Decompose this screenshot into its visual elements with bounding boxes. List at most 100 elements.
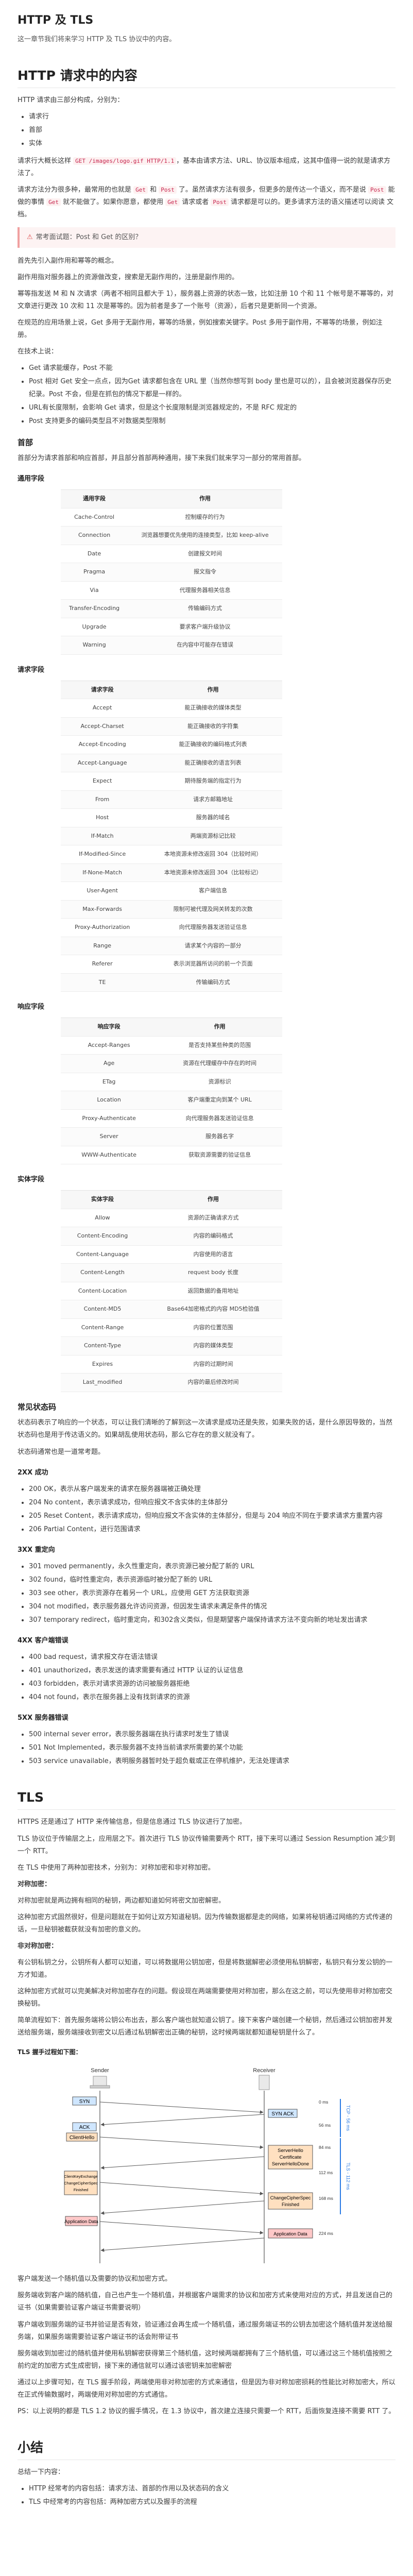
table-row: Upgrade 要求客户端升级协议 [61, 618, 282, 637]
field-name-cell: Upgrade [61, 618, 128, 637]
list-item: 200 OK，表示从客户端发来的请求在服务器端被正确处理 [29, 1483, 395, 1496]
http-p5: 副作用指对服务器上的资源做改变，搜索是无副作用的，注册是副作用的。 [18, 274, 239, 282]
column-header: 作用 [128, 489, 282, 509]
field-desc-cell: 控制缓存的行为 [128, 508, 282, 527]
table-row: If-Match 两端资源标记比较 [61, 827, 282, 846]
tls-p6: 客户端收到服务端的证书并验证是否有效，验证通过会再生成一个随机值，通过服务端证书… [18, 2320, 393, 2341]
clientkey-arrow [99, 2182, 264, 2196]
field-desc-cell: 要求客户端升级协议 [128, 618, 282, 637]
article: HTTP 及 TLS 这一章节我们将来学习 HTTP 及 TLS 协议中的内容。… [0, 0, 413, 2534]
http-p8: 在技术上说： [18, 348, 58, 356]
list-item: 205 Reset Content，表示请求成功，但响应报文不含实体的主体部分，… [29, 1510, 395, 1522]
status-4xx-list: 400 bad request，请求报文存在语法错误401 unauthoriz… [29, 1651, 395, 1704]
intro-text: 这一章节我们将来学习 HTTP 及 TLS 协议中的内容。 [18, 35, 176, 43]
field-name-cell: Referer [61, 955, 144, 974]
field-desc-cell: 获取资源需要的验证信息 [157, 1146, 282, 1165]
table-row: Date 创建报文时间 [61, 545, 282, 564]
headers-p1: 首部分为请求首部和响应首部，并且部分首部两种通用，接下来我们就来学习一部分的常用… [18, 454, 306, 463]
asym-p: 有公钥私钥之分，公钥所有人都可以知道，可以将数据用公钥加密，但是将数据解密必须使… [18, 1958, 393, 1979]
field-desc-cell: 限制可被代理及网关转发的次数 [144, 900, 282, 919]
field-name-cell: Date [61, 545, 128, 564]
field-desc-cell: 是否支持某些种类的范围 [157, 1036, 282, 1055]
http-p1: HTTP 请求由三部分构成，分别为： [18, 96, 124, 104]
table-row: Accept-Charset 能正确接收的字符集 [61, 717, 282, 736]
field-desc-cell: 资源的正确请求方式 [144, 1209, 282, 1228]
field-name-cell: Content-Language [61, 1245, 144, 1264]
warning-icon: ⚠ [27, 233, 33, 242]
table-row: Warning 在内容中可能存在错误 [61, 636, 282, 655]
table-row: Host 服务器的域名 [61, 808, 282, 827]
table-row: Cache-Control 控制缓存的行为 [61, 508, 282, 527]
field-desc-cell: 客户端信息 [144, 882, 282, 901]
summary-list: HTTP 经常考的内容包括：请求方法、首部的作用以及状态码的含义TLS 中经常考… [29, 2483, 395, 2509]
field-desc-cell: 请求某个内容的一部分 [144, 937, 282, 956]
field-desc-cell: 能正确接收的媒体类型 [144, 699, 282, 718]
http-p7: 在规范的应用场景上说，Get 多用于无副作用，幂等的场景，例如搜索关键字。Pos… [18, 319, 383, 340]
tls-p8: 通过以上步骤可知，在 TLS 握手阶段，两端使用非对称加密的方式来通信，但是因为… [18, 2378, 395, 2399]
list-item: 500 internal sever error，表示服务器端在执行请求时发生了… [29, 1728, 395, 1741]
list-item: 501 Not Implemented，表示服务器不支持当前请求所需要的某个功能 [29, 1742, 395, 1754]
rtt-labels: 0 ms 56 ms 84 ms 112 ms 168 ms 224 ms [319, 2099, 333, 2236]
syn-label: SYN [79, 2099, 90, 2105]
field-name-cell: Max-Forwards [61, 900, 144, 919]
sym-p: 对称加密就是两边拥有相同的秘钥，两边都知道如何将密文加密解密。 [18, 1896, 226, 1905]
field-desc-cell: request body 长度 [144, 1263, 282, 1282]
svg-text:0 ms: 0 ms [319, 2099, 328, 2105]
field-desc-cell: 资源在代理缓存中存在的时间 [157, 1054, 282, 1073]
field-name-cell: Expect [61, 772, 144, 791]
field-name-cell: Transfer-Encoding [61, 599, 128, 618]
table-row: User-Agent 客户端信息 [61, 882, 282, 901]
ack-label: ACK [79, 2125, 90, 2130]
field-name-cell: ETag [61, 1073, 158, 1092]
table-row: Max-Forwards 限制可被代理及网关转发的次数 [61, 900, 282, 919]
svg-text:168 ms: 168 ms [319, 2196, 333, 2201]
sym-p2: 这种加密方式固然很好，但是问题就在于如何让双方知道秘钥。因为传输数据都是走的网络… [18, 1913, 393, 1934]
serverfinish-label-2: Finished [282, 2202, 299, 2207]
table-row: From 请求方邮箱地址 [61, 790, 282, 809]
field-desc-cell: 资源标识 [157, 1073, 282, 1092]
request-part-item: 请求行 [29, 111, 395, 123]
sender-actor: Sender [90, 2067, 110, 2089]
field-name-cell: Content-Encoding [61, 1227, 144, 1246]
field-name-cell: Content-MD5 [61, 1300, 144, 1319]
page-title: HTTP 及 TLS [18, 14, 94, 27]
field-name-cell: Location [61, 1091, 158, 1110]
list-item: 404 not found，表示在服务器上没有找到请求的资源 [29, 1691, 395, 1704]
tls-bracket-label: TLS - 112 ms [346, 2163, 351, 2191]
field-desc-cell: 能正确接收的字符集 [144, 717, 282, 736]
tls-p3: 在 TLS 中使用了两种加密技术，分别为：对称加密和非对称加密。 [18, 1863, 215, 1872]
svg-text:112 ms: 112 ms [319, 2170, 333, 2175]
entity-fields-heading: 实体字段 [18, 1176, 45, 1184]
status-5xx-list: 500 internal sever error，表示服务器端在执行请求时发生了… [29, 1728, 395, 1768]
request-part-item: 首部 [29, 124, 395, 137]
clientkey-label-2: ChangeCipherSpec [64, 2181, 98, 2185]
asym-heading: 非对称加密： [18, 1942, 58, 1950]
tls-p1: HTTPS 还是通过了 HTTP 来传输信息，但是信息通过 TLS 协议进行了加… [18, 1818, 246, 1826]
tls-handshake-diagram: Sender Receiver SYN SYN ACK ACK ClientHe… [18, 2065, 395, 2266]
field-desc-cell: 服务器名字 [157, 1127, 282, 1146]
list-item: 401 unauthorized，表示发送的请求需要有通过 HTTP 认证的认证… [29, 1665, 395, 1677]
status-p1: 状态码表示了响应的一个状态，可以让我们清晰的了解到这一次请求是成功还是失败，如果… [18, 1419, 393, 1439]
field-name-cell: User-Agent [61, 882, 144, 901]
field-name-cell: Accept [61, 699, 144, 718]
tls-p4: 客户端发送一个随机值以及需要的协议和加密方式。 [18, 2275, 172, 2283]
table-row: Via 代理服务器相关信息 [61, 581, 282, 600]
handshake-svg: Sender Receiver SYN SYN ACK ACK ClientHe… [64, 2067, 351, 2264]
field-desc-cell: 能正确接收的编码格式列表 [144, 735, 282, 754]
field-name-cell: Proxy-Authenticate [61, 1109, 158, 1128]
field-desc-cell: 代理服务器相关信息 [128, 581, 282, 600]
field-name-cell: Warning [61, 636, 128, 655]
table-row: Connection 浏览器想要优先使用的连接类型，比如 keep-alive [61, 526, 282, 545]
status-p2: 状态码通常也是一道常考题。 [18, 1448, 105, 1456]
http-heading: HTTP 请求中的内容 [18, 66, 395, 88]
column-header: 作用 [144, 1190, 282, 1209]
request-part-item: 实体 [29, 138, 395, 150]
column-header: 作用 [144, 680, 282, 700]
field-desc-cell: 传输编码方式 [144, 973, 282, 992]
clienthello-arrow [99, 2137, 264, 2149]
table-row: Content-Encoding 内容的编码格式 [61, 1227, 282, 1246]
handshake-fig-title: TLS 握手过程如下图： [18, 2048, 82, 2056]
list-item: 403 forbidden，表示对请求资源的访问被服务器拒绝 [29, 1678, 395, 1690]
field-name-cell: Content-Length [61, 1263, 144, 1282]
field-name-cell: TE [61, 973, 144, 992]
